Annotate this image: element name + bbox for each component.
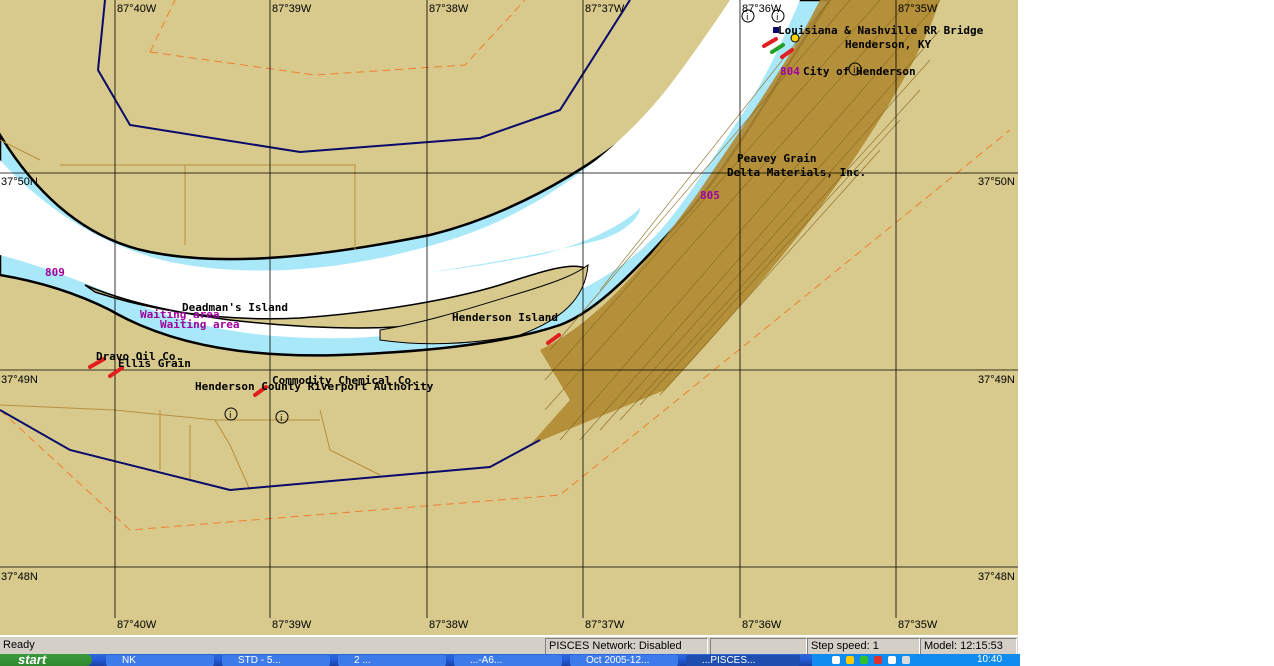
lon-label-bottom: 87°40W xyxy=(117,619,157,631)
taskbar-item[interactable]: NK xyxy=(106,655,214,666)
feature-label-ellis: Ellis Grain xyxy=(118,357,191,370)
feature-label-port: Henderson County Riverport Authority xyxy=(195,380,434,393)
tray-icon[interactable] xyxy=(874,656,882,664)
feature-label-city: City of Henderson xyxy=(803,65,916,78)
lon-label-bottom: 87°36W xyxy=(742,619,782,631)
lon-label-top: 87°40W xyxy=(117,3,157,15)
taskbar-item-active[interactable]: ...PISCES... xyxy=(686,655,800,666)
tray-icon[interactable] xyxy=(846,656,854,664)
lon-label-bottom: 87°39W xyxy=(272,619,312,631)
taskbar-item[interactable]: Oct 2005-12... xyxy=(570,655,678,666)
lon-label-top: 87°39W xyxy=(272,3,312,15)
tray-icon[interactable] xyxy=(902,656,910,664)
taskbar-item[interactable]: 2 ... xyxy=(338,655,446,666)
tray-icon[interactable] xyxy=(888,656,896,664)
lat-label-right: 37°48N xyxy=(978,571,1015,583)
status-network: PISCES Network: Disabled xyxy=(545,638,708,655)
feature-label-waiting-area: Waiting area xyxy=(160,318,239,331)
status-bar: Ready PISCES Network: Disabled Step spee… xyxy=(0,636,1018,655)
taskbar-item[interactable]: STD - 5... xyxy=(222,655,330,666)
svg-text:i: i xyxy=(776,13,779,23)
feature-label-peavey: Peavey Grain xyxy=(737,152,816,165)
river-mile-label: 809 xyxy=(45,266,65,279)
lat-label-left: 37°50N xyxy=(1,176,38,188)
status-step-speed: Step speed: 1 xyxy=(807,638,920,655)
lat-label-left: 37°49N xyxy=(1,374,38,386)
lon-label-bottom: 87°35W xyxy=(898,619,938,631)
svg-text:i: i xyxy=(229,411,232,421)
lon-label-bottom: 87°37W xyxy=(585,619,625,631)
taskbar-item[interactable]: ...-A6... xyxy=(454,655,562,666)
tray-clock: 10:40 xyxy=(977,654,1003,665)
river-mile-label: 804 xyxy=(780,65,800,78)
status-ready: Ready xyxy=(3,639,35,651)
nautical-chart[interactable]: 87°40W 87°39W 87°38W 87°37W 87°36W 87°35… xyxy=(0,0,1018,635)
lon-label-top: 87°38W xyxy=(429,3,469,15)
status-empty xyxy=(710,638,807,655)
lat-label-right: 37°50N xyxy=(978,176,1015,188)
feature-label-delta: Delta Materials, Inc. xyxy=(727,166,866,179)
river-mile-label: 805 xyxy=(700,189,720,202)
status-model-time: Model: 12:15:53 xyxy=(920,638,1017,655)
lat-label-left: 37°48N xyxy=(1,571,38,583)
tray-icon[interactable] xyxy=(860,656,868,664)
start-button[interactable]: start xyxy=(0,654,92,666)
feature-label-rr-bridge: Louisiana & Nashville RR Bridge xyxy=(778,24,984,37)
windows-taskbar: start NK STD - 5... 2 ... ...-A6... Oct … xyxy=(0,654,1020,666)
tray-icon[interactable] xyxy=(832,656,840,664)
svg-text:i: i xyxy=(280,414,283,424)
lat-label-right: 37°49N xyxy=(978,374,1015,386)
lon-label-top: 87°35W xyxy=(898,3,938,15)
feature-label-henderson-island: Henderson Island xyxy=(452,311,558,324)
svg-text:i: i xyxy=(746,13,749,23)
lon-label-top: 87°37W xyxy=(585,3,625,15)
system-tray: 10:40 xyxy=(812,654,1020,666)
feature-label-henderson-ky: Henderson, KY xyxy=(845,38,931,51)
lon-label-bottom: 87°38W xyxy=(429,619,469,631)
